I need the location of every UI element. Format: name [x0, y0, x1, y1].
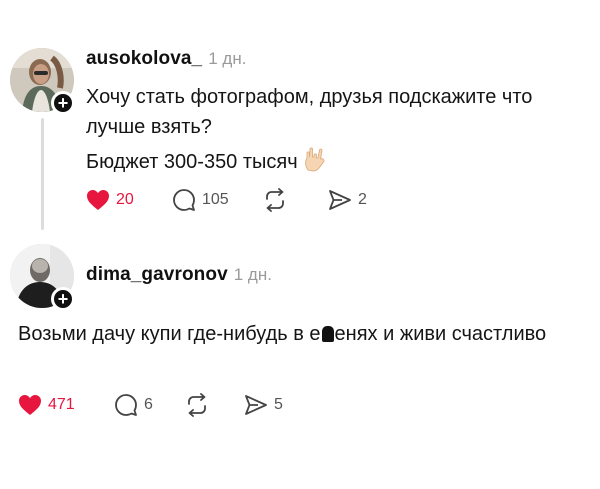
avatar-wrap[interactable]: +: [10, 244, 75, 311]
post-text-line-2: Бюджет 300-350 тысяч: [86, 146, 586, 181]
heart-filled-icon: [87, 190, 109, 210]
post-text-line-2-text: Бюджет 300-350 тысяч: [86, 151, 298, 173]
reply-text-part-1: Возьми дачу купи где-нибудь в е: [18, 323, 321, 345]
thread-line: [41, 118, 44, 230]
like-count: 471: [48, 396, 75, 413]
reply-text-line: Возьми дачу купи где-нибудь в е енях и жи…: [18, 318, 578, 350]
post-text: Хочу стать фотографом, друзья подскажите…: [86, 82, 586, 181]
repost-button[interactable]: [262, 188, 328, 212]
like-button[interactable]: 471: [18, 394, 114, 416]
comment-bubble-icon: [115, 394, 137, 416]
comment-count: 105: [202, 191, 229, 208]
share-button[interactable]: 5: [244, 394, 283, 416]
hand-icon: [302, 146, 328, 181]
post-text-line-1: Хочу стать фотографом, друзья подскажите…: [86, 86, 533, 138]
comment-button[interactable]: 6: [114, 393, 184, 417]
repost-icon: [266, 188, 284, 212]
timestamp: 1 дн.: [208, 49, 247, 68]
follow-plus-icon[interactable]: +: [51, 91, 75, 115]
comment-bubble-icon: [173, 189, 195, 211]
post-actions: 20 105 2: [86, 188, 367, 212]
share-button[interactable]: 2: [328, 189, 367, 211]
heart-filled-icon: [19, 395, 41, 415]
reply-text-part-2: енях и живи счастливо: [334, 323, 547, 345]
username[interactable]: dima_gavronov: [86, 264, 228, 286]
username[interactable]: ausokolova_: [86, 48, 202, 70]
avatar-wrap[interactable]: +: [10, 48, 75, 115]
comment-count: 6: [144, 396, 153, 413]
reply-text: Возьми дачу купи где-нибудь в е енях и жи…: [18, 318, 578, 350]
post-header: dima_gavronov 1 дн.: [86, 264, 272, 286]
timestamp: 1 дн.: [233, 265, 272, 284]
post-dima-gavronov: + dima_gavronov 1 дн. Возьми дачу купи г…: [0, 240, 600, 489]
post-actions: 471 6 5: [18, 393, 283, 417]
post-header: ausokolova_ 1 дн.: [86, 48, 246, 70]
follow-plus-icon[interactable]: +: [51, 287, 75, 311]
share-count: 5: [274, 396, 283, 413]
send-arrow-icon: [245, 395, 267, 415]
share-count: 2: [358, 191, 367, 208]
post-ausokolova: + ausokolova_ 1 дн. Хочу стать фотографо…: [0, 0, 600, 240]
like-count: 20: [116, 191, 134, 208]
repost-button[interactable]: [184, 393, 244, 417]
repost-icon: [188, 393, 206, 417]
comment-button[interactable]: 105: [172, 188, 262, 212]
like-button[interactable]: 20: [86, 189, 172, 211]
send-arrow-icon: [329, 190, 351, 210]
censor-blob-icon: [321, 326, 334, 342]
